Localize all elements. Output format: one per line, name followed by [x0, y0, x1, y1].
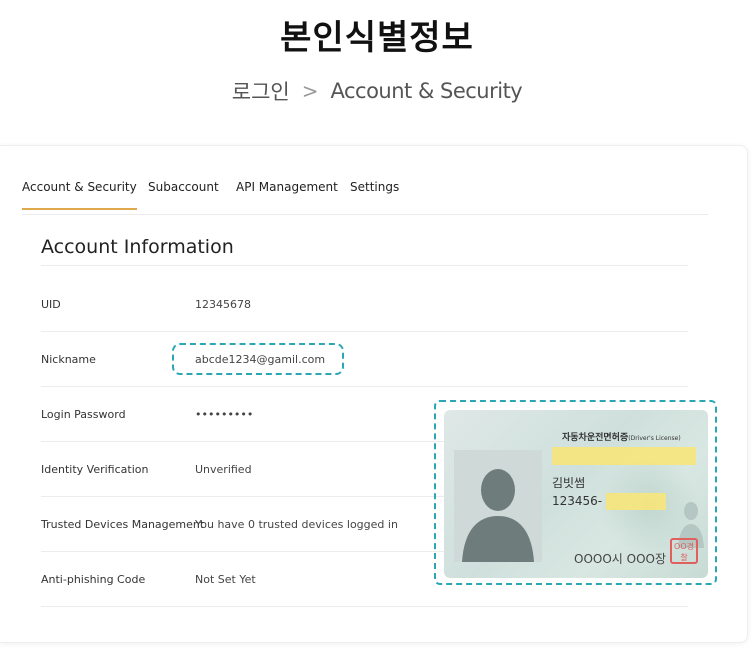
row-label: Nickname: [41, 353, 96, 366]
tab-subaccount[interactable]: Subaccount: [148, 180, 219, 194]
row-value: 12345678: [195, 298, 251, 311]
row-label: Identity Verification: [41, 463, 149, 476]
row-value: You have 0 trusted devices logged in: [195, 518, 398, 531]
row-label: Trusted Devices Management: [41, 518, 205, 531]
tab-api-management[interactable]: API Management: [236, 180, 338, 194]
row-label: Anti-phishing Code: [41, 573, 146, 586]
id-card-title: 자동차운전면허증(Driver's License): [562, 433, 681, 443]
id-card-issuer: OOOO시 OOO장: [574, 552, 667, 566]
id-card-subtitle: (Driver's License): [628, 435, 681, 442]
row-uid: UID 12345678: [41, 276, 688, 332]
redaction-bar: [606, 493, 666, 510]
row-value: Unverified: [195, 463, 252, 476]
redaction-bar: [552, 447, 696, 465]
drivers-license-card: 자동차운전면허증(Driver's License) 김빗썸 123456- O…: [444, 410, 708, 578]
row-value: •••••••••: [195, 408, 254, 421]
id-card-name: 김빗썸: [552, 476, 586, 490]
page-title: 본인식별정보: [280, 18, 474, 58]
seal-stamp-icon: OO경찰: [670, 538, 698, 564]
row-nickname: Nickname abcde1234@gamil.com: [41, 331, 688, 387]
row-label: Login Password: [41, 408, 126, 421]
breadcrumb: 로그인 > Account & Security: [0, 76, 754, 106]
row-label: UID: [41, 298, 61, 311]
tab-settings[interactable]: Settings: [350, 180, 399, 194]
tab-account-security[interactable]: Account & Security: [22, 180, 137, 210]
breadcrumb-separator-icon: >: [301, 79, 319, 103]
divider: [41, 265, 688, 266]
section-title: Account Information: [41, 236, 234, 258]
id-card-number: 123456-: [552, 494, 603, 508]
row-value: Not Set Yet: [195, 573, 256, 586]
tab-bar: Account & Security Subaccount API Manage…: [22, 168, 708, 215]
breadcrumb-current: Account & Security: [330, 79, 523, 103]
breadcrumb-home[interactable]: 로그인: [232, 76, 290, 106]
person-silhouette-icon: [454, 450, 542, 562]
nickname-highlight-outline: [172, 343, 344, 375]
